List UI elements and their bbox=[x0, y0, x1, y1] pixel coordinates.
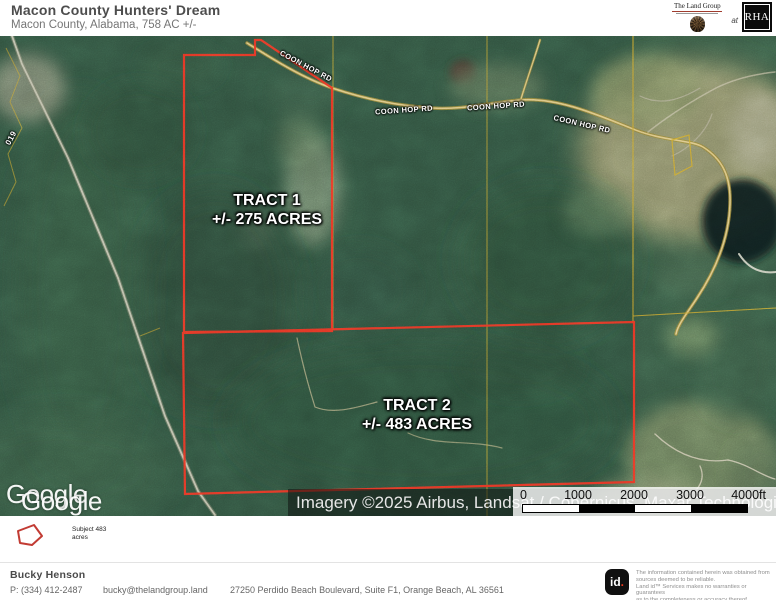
header: Macon County Hunters' Dream Macon County… bbox=[0, 0, 776, 36]
logo-at-text: at bbox=[731, 16, 738, 25]
legend-label: Subject 483 acres bbox=[72, 526, 106, 542]
subject-parcel-icon bbox=[14, 523, 46, 549]
land-id-logo-dot: . bbox=[621, 575, 624, 589]
scale-seg-4 bbox=[691, 505, 747, 512]
footer: Bucky Henson P: (334) 412-2487 bucky@the… bbox=[0, 562, 776, 600]
scale-seg-2 bbox=[579, 505, 635, 512]
agent-phone: P: (334) 412-2487 bbox=[10, 585, 83, 595]
disclaimer: The information contained herein was obt… bbox=[636, 570, 774, 600]
land-group-logo-text: The Land Group bbox=[674, 2, 721, 10]
rha-logo: RHA bbox=[742, 2, 772, 32]
tract2-label: TRACT 2 +/- 483 ACRES bbox=[362, 396, 472, 434]
scale-seg-3 bbox=[635, 505, 691, 512]
page-title: Macon County Hunters' Dream bbox=[11, 2, 220, 18]
pinecone-icon bbox=[690, 16, 705, 32]
tract2-name: TRACT 2 bbox=[362, 396, 472, 415]
header-logos: The Land Group at RHA bbox=[667, 2, 772, 32]
satellite-map: TRACT 1 +/- 275 ACRES TRACT 2 +/- 483 AC… bbox=[0, 36, 776, 516]
land-group-logo-rule2 bbox=[676, 13, 718, 14]
office-address: 27250 Perdido Beach Boulevard, Suite F1,… bbox=[230, 585, 504, 595]
disclaimer-line3: Land id™ Services makes no warranties or… bbox=[636, 584, 774, 598]
agent-email: bucky@thelandgroup.land bbox=[103, 585, 208, 595]
legend-strip: Subject 483 acres bbox=[0, 516, 776, 562]
scale-tick-4000: 4000ft bbox=[731, 488, 766, 502]
google-watermark-2: Google bbox=[21, 486, 102, 516]
disclaimer-line1: The information contained herein was obt… bbox=[636, 570, 774, 577]
agent-name: Bucky Henson bbox=[10, 569, 85, 581]
scale-tick-3000: 3000 bbox=[676, 488, 704, 502]
rha-logo-text: RHA bbox=[745, 11, 770, 23]
legend-line2: acres bbox=[72, 534, 106, 542]
land-id-logo-text: id bbox=[610, 575, 621, 589]
scale-bar: 0 1000 2000 3000 4000ft bbox=[513, 487, 776, 516]
land-id-logo: id. bbox=[605, 569, 629, 595]
legend-line1: Subject 483 bbox=[72, 526, 106, 534]
scale-bar-segments bbox=[522, 504, 748, 513]
scale-seg-1 bbox=[523, 505, 579, 512]
land-listing-page: Macon County Hunters' Dream Macon County… bbox=[0, 0, 776, 600]
tract1-label: TRACT 1 +/- 275 ACRES bbox=[212, 191, 322, 229]
disclaimer-line2: sources deemed to be reliable. bbox=[636, 577, 774, 584]
scale-tick-2000: 2000 bbox=[620, 488, 648, 502]
scale-tick-0: 0 bbox=[520, 488, 527, 502]
tract1-name: TRACT 1 bbox=[212, 191, 322, 210]
tract1-acres: +/- 275 ACRES bbox=[212, 210, 322, 229]
scale-tick-1000: 1000 bbox=[564, 488, 592, 502]
land-group-logo: The Land Group bbox=[667, 2, 727, 32]
page-subtitle: Macon County, Alabama, 758 AC +/- bbox=[11, 19, 197, 31]
tract2-acres: +/- 483 ACRES bbox=[362, 415, 472, 434]
land-group-logo-rule bbox=[672, 11, 722, 12]
